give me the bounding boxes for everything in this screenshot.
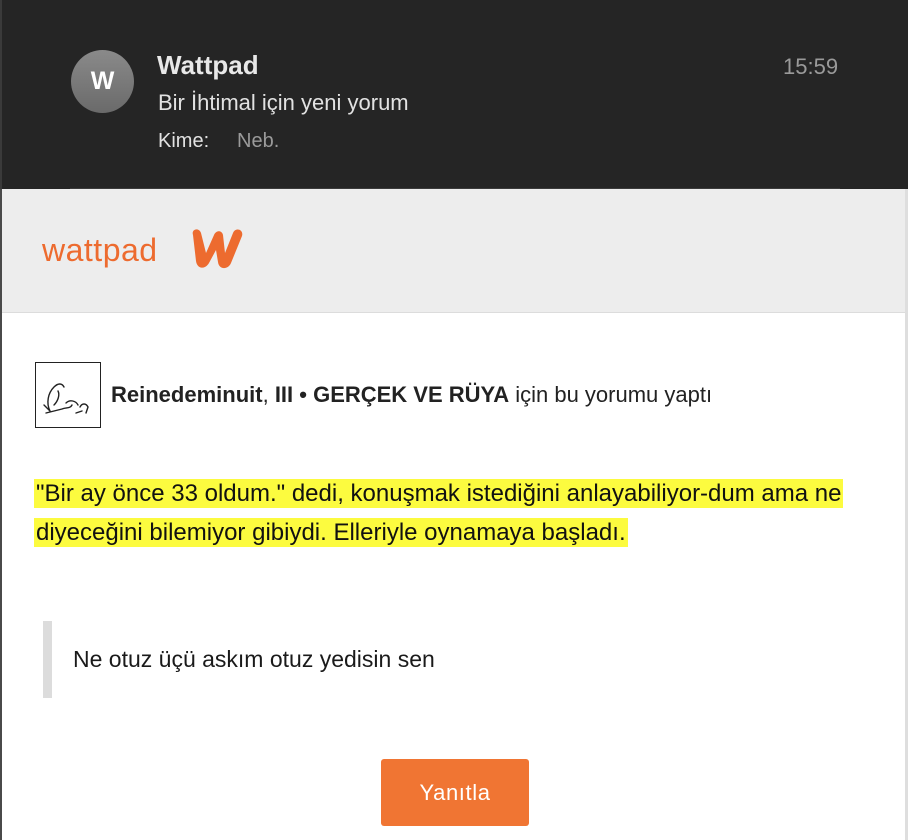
mail-subject: Bir İhtimal için yeni yorum — [158, 90, 409, 115]
wattpad-w-logo-icon — [192, 229, 243, 269]
comment-quote-rule — [43, 621, 52, 698]
sender-avatar: W — [71, 50, 134, 113]
sender-name: Wattpad — [157, 50, 259, 80]
attribution-suffix: için bu yorumu yaptı — [509, 382, 713, 407]
attribution-separator: , — [262, 382, 275, 407]
comment-attribution: Reinedeminuit, III • GERÇEK VE RÜYA için… — [111, 382, 712, 408]
commenter-username[interactable]: Reinedeminuit — [111, 382, 263, 407]
window-edge — [0, 0, 2, 189]
comment-text: Ne otuz üçü askım otuz yedisin sen — [73, 646, 435, 672]
wattpad-wordmark[interactable]: wattpad — [42, 232, 158, 269]
sketch-avatar-icon — [43, 383, 89, 414]
mail-header: W Wattpad 15:59 Bir İhtimal için yeni yo… — [0, 0, 908, 189]
received-time: 15:59 — [783, 54, 839, 79]
chapter-title[interactable]: III • GERÇEK VE RÜYA — [275, 382, 509, 407]
highlighted-text: "Bir ay önce 33 oldum." dedi, konuşmak i… — [34, 479, 844, 547]
commenter-avatar[interactable] — [35, 362, 101, 428]
brand-bar: wattpad — [2, 189, 905, 313]
recipient-label: Kime: — [158, 130, 210, 152]
quoted-passage: "Bir ay önce 33 oldum." dedi, konuşmak i… — [34, 474, 882, 552]
reply-button[interactable]: Yanıtla — [381, 759, 529, 826]
recipient-name[interactable]: Neb. — [237, 130, 279, 153]
